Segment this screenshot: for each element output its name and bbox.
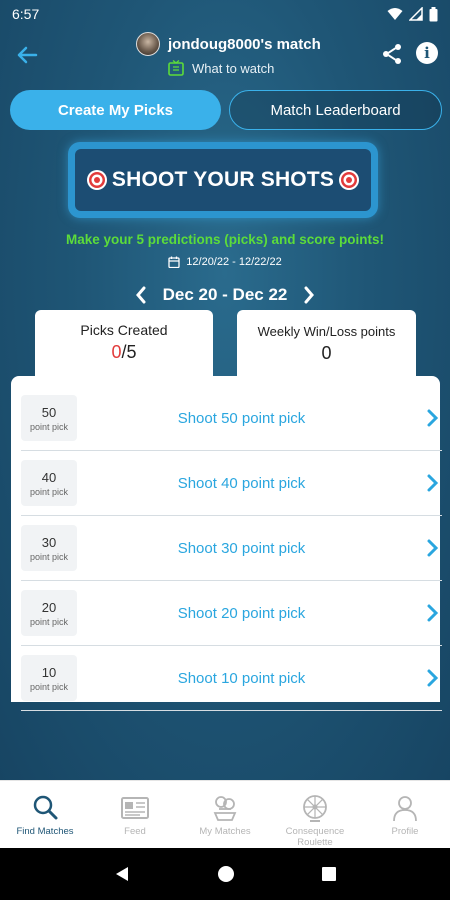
- picks-created-card: Picks Created 0/5: [35, 310, 213, 376]
- weekly-points-card: Weekly Win/Loss points 0: [237, 310, 416, 376]
- pick-action-label: Shoot 10 point pick: [177, 669, 306, 687]
- pick-points: 40: [41, 469, 57, 485]
- pick-badge: 30 point pick: [21, 525, 77, 571]
- calendar-icon: [168, 256, 180, 268]
- chevron-right-icon: [427, 539, 439, 557]
- chevron-left-icon[interactable]: [133, 284, 149, 306]
- trophy-icon: [213, 796, 237, 821]
- pick-row-20[interactable]: 20 point pick Shoot 20 point pick: [21, 581, 442, 646]
- nav-label: Find Matches: [16, 826, 74, 837]
- picks-list: 50 point pick Shoot 50 point pick 40 poi…: [11, 376, 442, 711]
- picks-created-total: /5: [121, 342, 137, 362]
- chevron-right-icon[interactable]: [301, 284, 317, 306]
- nav-consequence-roulette[interactable]: Consequence Roulette: [270, 781, 360, 848]
- wifi-icon: [387, 8, 403, 20]
- person-icon: [393, 796, 417, 822]
- tab-match-leaderboard[interactable]: Match Leaderboard: [229, 90, 442, 130]
- nav-label: Feed: [124, 826, 146, 837]
- weekly-points-value: 0: [321, 343, 332, 363]
- tv-icon: [168, 60, 184, 76]
- date-range: 12/20/22 - 12/22/22: [0, 256, 450, 268]
- battery-icon: [429, 6, 438, 21]
- pick-row-40[interactable]: 40 point pick Shoot 40 point pick: [21, 451, 442, 516]
- chevron-right-icon: [427, 474, 439, 492]
- chevron-right-icon: [427, 669, 439, 687]
- pick-row-10[interactable]: 10 point pick Shoot 10 point pick: [21, 646, 442, 711]
- status-icons: [387, 6, 438, 22]
- tab-bar: Create My Picks Match Leaderboard: [10, 90, 442, 132]
- match-title: jondoug8000's match: [168, 35, 321, 53]
- nav-feed[interactable]: Feed: [90, 781, 180, 848]
- pick-points: 20: [41, 599, 57, 615]
- pick-action-label: Shoot 30 point pick: [177, 539, 306, 557]
- newspaper-icon: [121, 797, 149, 819]
- nav-my-matches[interactable]: My Matches: [180, 781, 270, 848]
- pick-points-label: point pick: [29, 486, 69, 497]
- what-to-watch-label: What to watch: [192, 60, 275, 76]
- what-to-watch-link[interactable]: What to watch: [168, 60, 336, 76]
- wheel-icon: [303, 795, 327, 822]
- system-navigation-bar: [0, 848, 450, 900]
- nav-label: Consequence Roulette: [285, 826, 345, 848]
- back-arrow-icon[interactable]: [14, 42, 40, 68]
- status-bar: 6:57: [0, 0, 450, 28]
- status-time: 6:57: [12, 6, 40, 22]
- chevron-right-icon: [427, 604, 439, 622]
- picks-created-value: 0/5: [35, 342, 213, 363]
- date-range-text: 12/20/22 - 12/22/22: [186, 256, 282, 268]
- picks-created-label: Picks Created: [80, 322, 168, 338]
- nav-find-matches[interactable]: Find Matches: [0, 781, 90, 848]
- target-icon: [86, 170, 107, 190]
- avatar[interactable]: [136, 32, 160, 56]
- match-title-block: jondoug8000's match What to watch: [136, 32, 336, 76]
- info-icon[interactable]: i: [416, 42, 438, 64]
- pick-badge: 40 point pick: [21, 460, 77, 506]
- nav-label: My Matches: [199, 826, 251, 837]
- week-label: Dec 20 - Dec 22: [162, 285, 288, 304]
- pick-row-30[interactable]: 30 point pick Shoot 30 point pick: [21, 516, 442, 581]
- pick-points-label: point pick: [29, 616, 69, 627]
- nav-label: Profile: [391, 826, 419, 837]
- picks-created-count: 0: [111, 342, 122, 362]
- share-icon[interactable]: [380, 42, 404, 66]
- tab-create-my-picks[interactable]: Create My Picks: [10, 90, 221, 130]
- system-recents-icon[interactable]: [321, 866, 337, 882]
- system-back-icon[interactable]: [113, 865, 131, 883]
- nav-profile[interactable]: Profile: [360, 781, 450, 848]
- shoot-your-shots-banner: SHOOT YOUR SHOTS: [68, 142, 378, 218]
- chevron-right-icon: [427, 409, 439, 427]
- pick-action-label: Shoot 20 point pick: [177, 604, 306, 622]
- pick-points-label: point pick: [29, 681, 69, 692]
- pick-row-50[interactable]: 50 point pick Shoot 50 point pick: [21, 386, 442, 451]
- pick-badge: 20 point pick: [21, 590, 77, 636]
- weekly-points-label: Weekly Win/Loss points: [257, 324, 396, 339]
- banner-title: SHOOT YOUR SHOTS: [111, 168, 335, 191]
- signal-icon: [409, 7, 423, 21]
- pick-points: 10: [41, 664, 57, 680]
- tagline: Make your 5 predictions (picks) and scor…: [65, 232, 385, 247]
- target-icon: [339, 170, 360, 190]
- pick-badge: 50 point pick: [21, 395, 77, 441]
- system-home-icon[interactable]: [217, 865, 235, 883]
- pick-points-label: point pick: [29, 421, 69, 432]
- pick-badge: 10 point pick: [21, 655, 77, 701]
- pick-points: 30: [41, 534, 57, 550]
- app-header: jondoug8000's match What to watch i: [0, 28, 450, 84]
- week-navigator: Dec 20 - Dec 22: [0, 284, 450, 306]
- pick-points: 50: [41, 404, 57, 420]
- pick-action-label: Shoot 40 point pick: [177, 474, 306, 492]
- search-icon: [33, 795, 58, 820]
- bottom-navigation: Find Matches Feed My Matches Consequence…: [0, 780, 450, 848]
- pick-points-label: point pick: [29, 551, 69, 562]
- pick-action-label: Shoot 50 point pick: [177, 409, 306, 427]
